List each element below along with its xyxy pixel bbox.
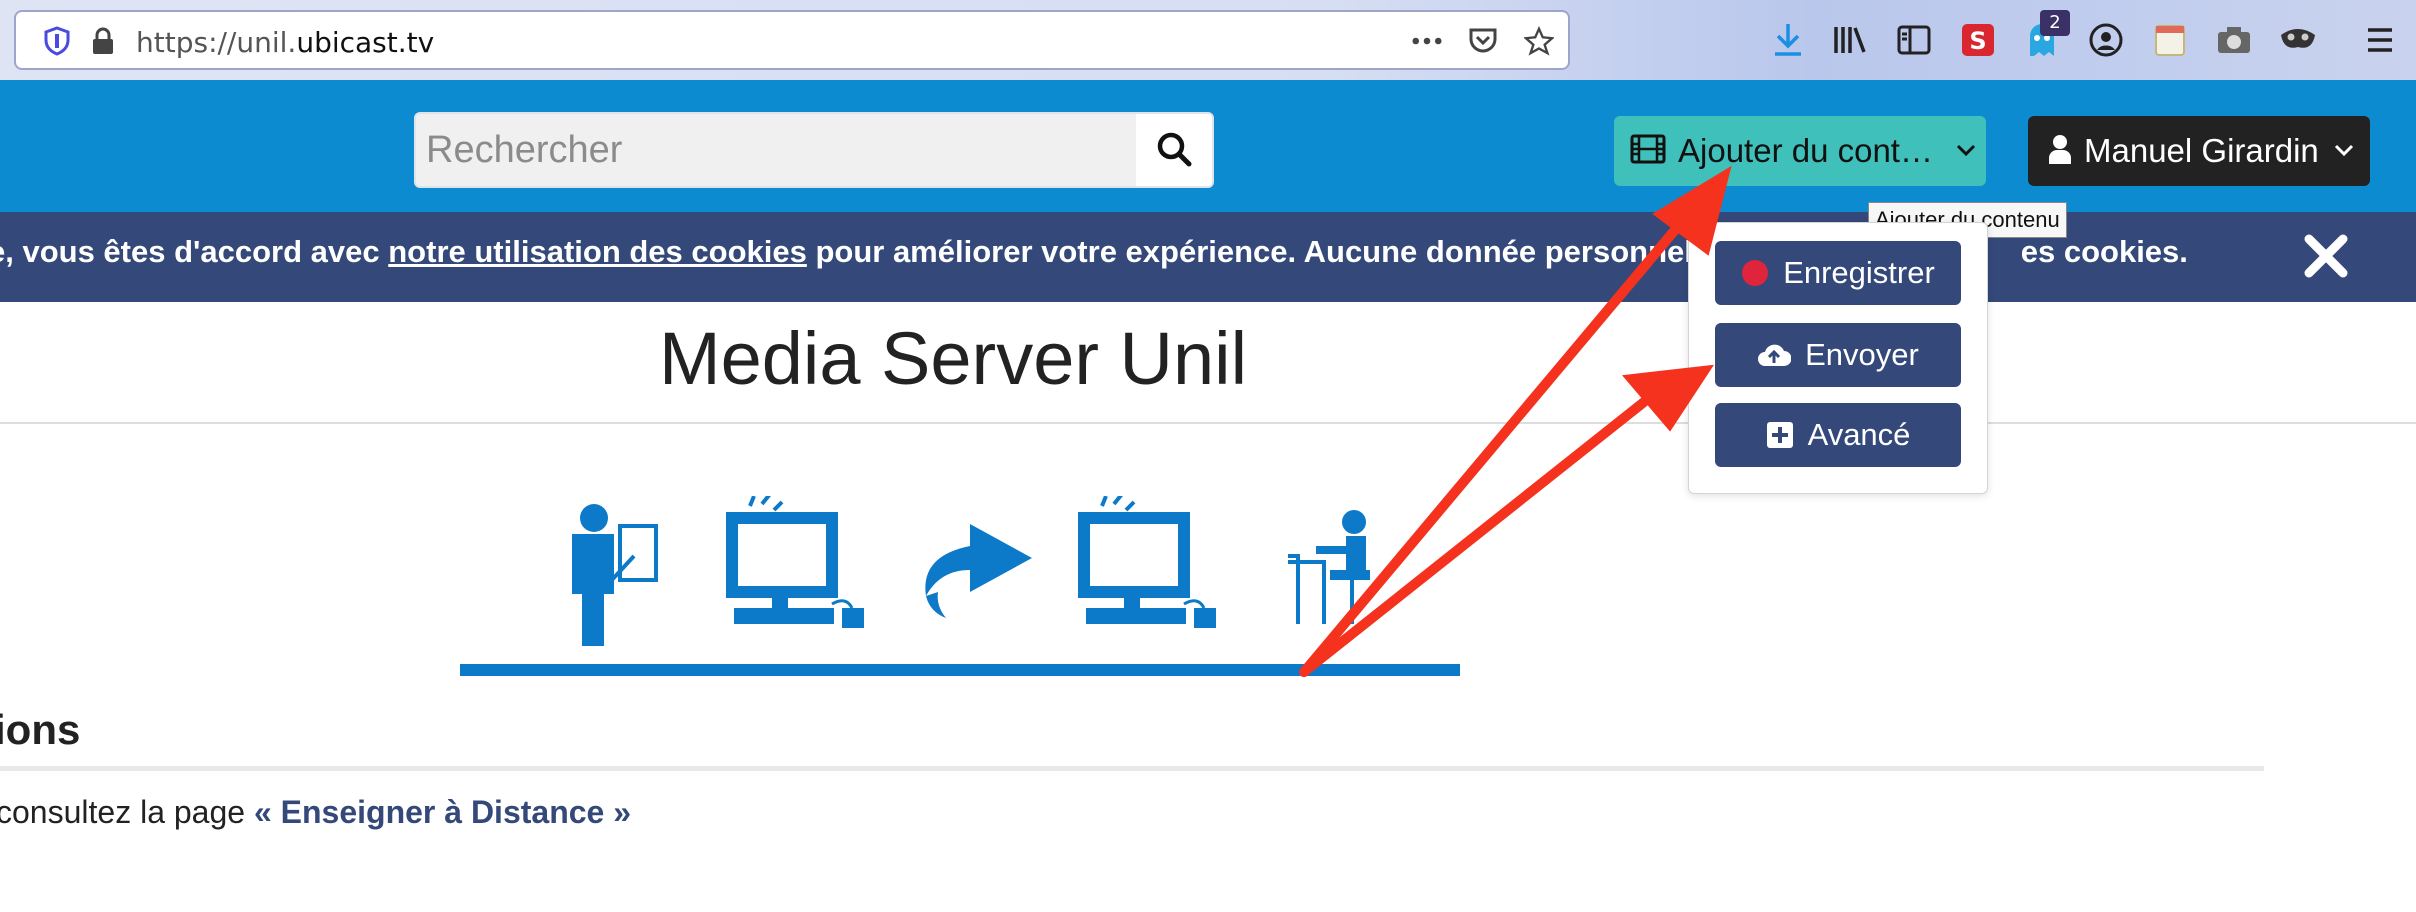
advanced-button[interactable]: Avancé <box>1715 403 1961 467</box>
enseigner-distance-link[interactable]: « Enseigner à Distance » <box>254 794 631 830</box>
browser-toolbar: https://unil.ubicast.tv S 2 <box>0 0 2416 80</box>
plus-square-icon <box>1766 421 1794 449</box>
user-name: Manuel Girardin <box>2084 132 2319 169</box>
film-icon <box>1630 134 1666 168</box>
info-paragraph: consultez la page « Enseigner à Distance… <box>0 794 632 830</box>
chevron-down-icon <box>2333 142 2355 161</box>
student-icon <box>1288 510 1370 624</box>
extension-icon[interactable]: S <box>1956 18 2000 62</box>
mask-icon[interactable] <box>2276 18 2320 62</box>
notification-badge: 2 <box>2040 10 2070 36</box>
cookie-policy-link[interactable]: notre utilisation des cookies <box>388 234 807 269</box>
add-content-dropdown: Enregistrer Envoyer Avancé <box>1688 222 1988 494</box>
upload-button[interactable]: Envoyer <box>1715 323 1961 387</box>
search-button[interactable] <box>1136 114 1212 186</box>
user-icon <box>2048 134 2072 168</box>
sidebar-icon[interactable] <box>1892 18 1936 62</box>
arrow-icon <box>925 524 1032 618</box>
presenter-icon <box>572 504 658 646</box>
url-text[interactable]: https://unil.ubicast.tv <box>136 26 434 59</box>
pocket-icon[interactable] <box>1468 26 1498 56</box>
library-icon[interactable] <box>1828 18 1872 62</box>
star-icon[interactable] <box>1524 26 1554 56</box>
computer-icon <box>726 492 864 628</box>
add-content-label: Ajouter du cont… <box>1678 132 1933 169</box>
lock-icon[interactable] <box>88 26 118 56</box>
divider <box>0 422 2416 424</box>
menu-icon[interactable] <box>2358 18 2402 62</box>
workflow-illustration <box>450 492 1470 680</box>
close-icon[interactable] <box>2300 230 2352 282</box>
shield-icon[interactable] <box>42 26 72 56</box>
search-input[interactable] <box>416 114 1138 186</box>
page-title: Media Server Unil <box>658 317 1248 400</box>
camera-icon[interactable] <box>2212 18 2256 62</box>
section-heading: ions <box>0 706 81 753</box>
download-icon[interactable] <box>1766 18 1810 62</box>
address-bar[interactable]: https://unil.ubicast.tv <box>14 10 1570 70</box>
cloud-upload-icon <box>1757 342 1792 368</box>
chevron-down-icon <box>1955 142 1977 161</box>
notes-icon[interactable] <box>2148 18 2192 62</box>
svg-text:S: S <box>1969 27 1986 55</box>
computer-icon <box>1078 492 1216 628</box>
user-menu-button[interactable]: Manuel Girardin <box>2028 116 2370 186</box>
account-icon[interactable] <box>2084 18 2128 62</box>
search-box <box>414 112 1214 188</box>
add-content-button[interactable]: Ajouter du cont… <box>1614 116 1986 186</box>
record-icon <box>1741 259 1769 287</box>
more-icon[interactable] <box>1412 26 1442 56</box>
divider <box>0 766 2264 771</box>
search-icon <box>1156 131 1192 170</box>
record-button[interactable]: Enregistrer <box>1715 241 1961 305</box>
